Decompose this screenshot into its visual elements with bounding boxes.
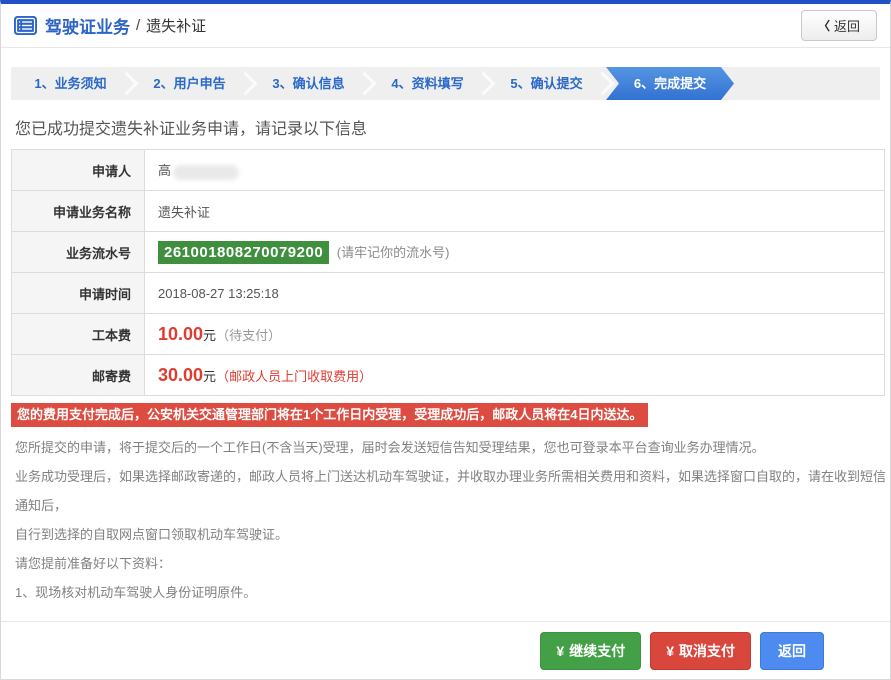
row-label: 业务流水号 bbox=[11, 231, 145, 273]
header: 驾驶证业务 / 遗失补证 〈 返回 bbox=[1, 4, 890, 48]
step-5-confirm-submit[interactable]: 5、确认提交 bbox=[487, 67, 606, 100]
business-name-value: 遗失补证 bbox=[144, 190, 885, 232]
table-row-business-name: 申请业务名称 遗失补证 bbox=[11, 190, 885, 232]
serial-number-badge: 261001808270079200 bbox=[158, 240, 330, 264]
step-6-complete-submit[interactable]: 6、完成提交 bbox=[606, 67, 734, 100]
chevron-left-icon: 〈 bbox=[817, 19, 830, 33]
step-1-business-notice[interactable]: 1、业务须知 bbox=[11, 67, 130, 100]
back-button-label: 返回 bbox=[833, 19, 860, 34]
note-line: 业务成功受理后，如果选择邮政寄递的，邮政人员将上门送达机动车驾驶证，并收取办理业… bbox=[15, 468, 887, 513]
fee-note: （邮政人员上门收取费用） bbox=[216, 368, 373, 384]
step-4-fill-materials[interactable]: 4、资料填写 bbox=[368, 67, 487, 100]
note-line: 您所提交的申请，将于提交后的一个工作日(不含当天)受理，届时会发送短信告知受理结… bbox=[15, 439, 765, 455]
production-fee-value: 10.00元（待支付） bbox=[144, 313, 885, 355]
yen-icon: ¥ bbox=[556, 642, 565, 659]
title-separator: / bbox=[136, 17, 141, 34]
page: 驾驶证业务 / 遗失补证 〈 返回 1、业务须知 2、用户申告 3、确认信息 4… bbox=[0, 0, 891, 680]
cancel-payment-button[interactable]: ¥ 取消支付 bbox=[650, 631, 751, 670]
row-label: 申请时间 bbox=[11, 272, 145, 314]
table-row-serial-number: 业务流水号 261001808270079200 (请牢记你的流水号) bbox=[11, 231, 885, 273]
table-row-postage-fee: 邮寄费 30.00元（邮政人员上门收取费用） bbox=[11, 354, 885, 396]
note-line: 请您提前准备好以下资料： bbox=[15, 555, 172, 571]
note-line: 1、现场核对机动车驾驶人身份证明原件。 bbox=[15, 584, 257, 600]
alert-banner: 您的费用支付完成后，公安机关交通管理部门将在1个工作日内受理，受理成功后，邮政人… bbox=[11, 403, 649, 427]
step-progress-bar: 1、业务须知 2、用户申告 3、确认信息 4、资料填写 5、确认提交 6、完成提… bbox=[11, 67, 880, 100]
return-button-bottom[interactable]: 返回 bbox=[760, 631, 824, 670]
fee-amount: 30.00 bbox=[158, 364, 204, 385]
fee-unit: 元 bbox=[203, 368, 217, 384]
step-2-user-declaration[interactable]: 2、用户申告 bbox=[130, 67, 249, 100]
page-title-primary: 驾驶证业务 bbox=[45, 18, 130, 37]
footer-action-bar: ¥ 继续支付 ¥ 取消支付 返回 bbox=[1, 621, 890, 679]
applicant-value: 高 bbox=[144, 149, 885, 191]
row-label: 邮寄费 bbox=[11, 354, 145, 396]
table-row-applicant: 申请人 高 bbox=[11, 149, 885, 191]
yen-icon: ¥ bbox=[666, 642, 674, 659]
serial-number-note: (请牢记你的流水号) bbox=[336, 244, 450, 260]
business-list-icon bbox=[14, 16, 37, 35]
continue-payment-button[interactable]: ¥ 继续支付 bbox=[540, 631, 642, 670]
row-label: 工本费 bbox=[11, 313, 145, 355]
page-title-secondary: 遗失补证 bbox=[146, 18, 207, 35]
instruction-notes: 您所提交的申请，将于提交后的一个工作日(不含当天)受理，届时会发送短信告知受理结… bbox=[15, 433, 890, 607]
row-label: 申请业务名称 bbox=[11, 190, 145, 232]
success-message: 您已成功提交遗失补证业务申请，请记录以下信息 bbox=[15, 121, 368, 138]
table-row-production-fee: 工本费 10.00元（待支付） bbox=[11, 313, 885, 355]
row-label: 申请人 bbox=[11, 149, 145, 191]
serial-number-value: 261001808270079200 (请牢记你的流水号) bbox=[144, 231, 885, 273]
table-row-apply-time: 申请时间 2018-08-27 13:25:18 bbox=[11, 272, 885, 314]
redacted-name bbox=[173, 164, 240, 180]
apply-time-value: 2018-08-27 13:25:18 bbox=[144, 272, 885, 314]
postage-fee-value: 30.00元（邮政人员上门收取费用） bbox=[144, 354, 885, 396]
note-line: 自行到选择的自取网点窗口领取机动车驾驶证。 bbox=[15, 526, 289, 542]
step-3-confirm-info[interactable]: 3、确认信息 bbox=[249, 67, 368, 100]
back-button-top[interactable]: 〈 返回 bbox=[800, 10, 877, 41]
fee-note: （待支付） bbox=[216, 327, 282, 343]
fee-unit: 元 bbox=[203, 327, 217, 343]
submission-info-table: 申请人 高 申请业务名称 遗失补证 业务流水号 2610018082700792… bbox=[11, 149, 885, 396]
fee-amount: 10.00 bbox=[158, 323, 204, 344]
